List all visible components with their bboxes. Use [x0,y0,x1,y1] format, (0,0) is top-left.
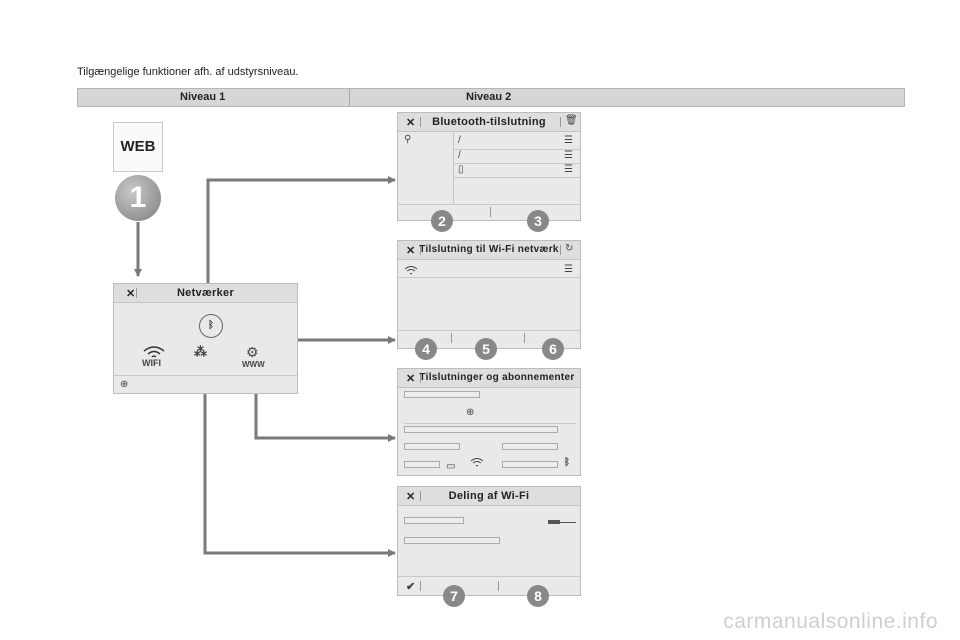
gear-icon[interactable]: ⚙ [246,344,259,361]
divider [453,163,580,164]
divider [453,149,580,150]
subscriptions-title: Tilslutninger og abonnementer [419,372,575,383]
field [502,461,558,468]
globe-icon[interactable]: ⊕ [120,379,128,390]
settings-icon[interactable]: ☰ [564,164,573,175]
bluetooth-icon[interactable]: ᛒ [199,314,223,338]
step-3-badge: 3 [527,210,549,232]
bluetooth-title: Bluetooth-tilslutning [432,116,546,128]
wifi-connect-title: Tilslutning til Wi-Fi netværk [419,244,559,255]
settings-icon[interactable]: ☰ [564,135,573,146]
divider [451,333,452,343]
field [404,517,464,524]
globe-icon[interactable]: ⊕ [466,407,474,418]
field [404,537,500,544]
step-8-badge: 8 [527,585,549,607]
divider [398,277,580,278]
phone-icon: ▯ [458,164,464,175]
networks-title: Netværker [176,287,235,299]
divider [420,581,421,591]
field [404,443,460,450]
wifi-share-title: Deling af Wi-Fi [448,490,530,502]
field [404,426,558,433]
field [404,391,480,398]
divider [453,132,454,204]
divider [560,117,561,127]
trash-icon[interactable]: 🗑 [565,115,578,126]
refresh-icon[interactable]: ↻ [565,243,573,254]
networks-panel: ✕ Netværker ᛒ WIFI ⁂ ⚙ WWW ⊕ [113,283,298,394]
divider [398,576,580,577]
field [502,443,558,450]
settings-icon[interactable]: ☰ [564,264,573,275]
bluetooth-panel: ✕ Bluetooth-tilslutning 🗑 ⚲ / ☰ / ☰ ▯ ☰ [397,112,581,221]
divider [398,330,580,331]
bluetooth-icon: ᛒ [564,457,570,468]
phone-icon: / [458,150,461,161]
arrow-sharing [203,366,396,557]
step-2-badge: 2 [431,210,453,232]
battery-icon: ▭ [446,461,456,472]
bluetooth-header: ✕ Bluetooth-tilslutning 🗑 [398,113,580,132]
divider [498,581,499,591]
step-4-badge: 4 [415,338,437,360]
phone-icon: / [458,135,461,146]
divider [404,423,576,424]
wifi-share-header: ✕ Deling af Wi-Fi [398,487,580,506]
check-icon[interactable]: ✔ [406,580,415,593]
divider [524,333,525,343]
people-icon[interactable]: ⁂ [194,344,207,360]
step-7-badge: 7 [443,585,465,607]
wifi-icon [470,458,484,467]
wifi-connect-panel: ✕ Tilslutning til Wi-Fi netværk ↻ ☰ [397,240,581,349]
wifi-connect-header: ✕ Tilslutning til Wi-Fi netværk ↻ [398,241,580,260]
watermark: carmanualsonline.info [723,610,938,633]
settings-icon[interactable]: ☰ [564,150,573,161]
wifi-icon[interactable] [142,344,166,358]
field [404,461,440,468]
subscriptions-header: ✕ Tilslutninger og abonnementer [398,369,580,388]
wifi-icon [404,266,418,275]
wifi-share-panel: ✕ Deling af Wi-Fi ✔ [397,486,581,596]
step-5-badge: 5 [475,338,497,360]
divider [398,204,580,205]
subscriptions-panel: ✕ Tilslutninger og abonnementer ⊕ ▭ ᛒ [397,368,581,476]
search-icon[interactable]: ⚲ [404,134,411,145]
step-6-badge: 6 [542,338,564,360]
divider [114,375,297,376]
wifi-label: WIFI [142,358,161,368]
divider [490,207,491,217]
slider-handle[interactable] [548,520,560,524]
divider [453,177,580,178]
networks-header: ✕ Netværker [114,284,297,303]
www-label: WWW [242,360,265,369]
divider [560,245,561,255]
